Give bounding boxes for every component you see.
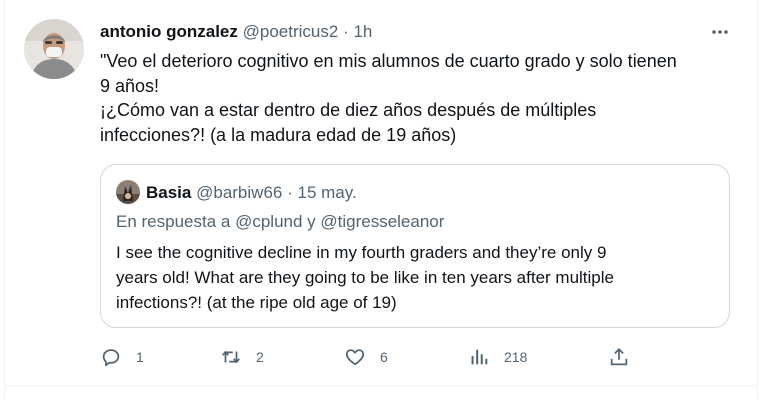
quote-text-line: years old! What are they going to be lik… <box>116 268 614 287</box>
quote-reply-context: En respuesta a @cplund y @tigresseleanor <box>116 212 445 231</box>
reply-button[interactable]: 1 <box>100 344 144 370</box>
like-count: 6 <box>380 349 388 365</box>
quote-header: Basia @barbiw66 · 15 may. <box>146 183 357 203</box>
views-button[interactable]: 218 <box>468 344 527 370</box>
tweet-actions: 1 2 6 218 <box>100 344 740 370</box>
quote-author-name[interactable]: Basia <box>146 183 191 202</box>
views-count: 218 <box>504 349 528 365</box>
quote-author-handle[interactable]: @barbiw66 <box>196 183 282 202</box>
timeline-left-border <box>4 0 5 400</box>
timeline-right-border <box>757 0 758 400</box>
quote-text-line: infections?! (at the ripe old age of 19) <box>116 293 397 312</box>
header-separator: · <box>343 22 349 41</box>
author-avatar-image <box>24 19 84 79</box>
retweet-count: 2 <box>256 349 264 365</box>
tweet-text-line: "Veo el deterioro cognitivo en mis alumn… <box>100 51 677 71</box>
tweet-text-line: 9 años! <box>100 75 160 96</box>
quoted-tweet[interactable]: Basia @barbiw66 · 15 may. En respuesta a… <box>100 164 730 328</box>
tweet-text-line: infecciones?! (a la madura edad de 19 añ… <box>100 124 457 145</box>
retweet-button[interactable]: 2 <box>220 344 264 370</box>
like-icon <box>345 349 365 366</box>
tweet-divider <box>4 385 758 386</box>
author-handle[interactable]: @poetricus2 <box>243 22 339 41</box>
quote-date[interactable]: 15 may. <box>298 183 357 202</box>
author-name[interactable]: antonio gonzalez <box>100 22 238 41</box>
views-icon <box>471 349 488 365</box>
quote-text-line: I see the cognitive decline in my fourth… <box>116 243 607 262</box>
share-button[interactable] <box>608 344 630 370</box>
more-icon[interactable] <box>710 22 730 42</box>
tweet-text: "Veo el deterioro cognitivo en mis alumn… <box>100 49 740 147</box>
tweet-time[interactable]: 1h <box>353 22 372 41</box>
tweet-text-line: ¡¿Cómo van a estar dentro de diez años d… <box>100 100 597 120</box>
reply-icon <box>102 349 120 367</box>
quote-header-separator: · <box>287 183 293 202</box>
like-button[interactable]: 6 <box>344 344 388 370</box>
quote-avatar-image <box>116 180 140 204</box>
reply-count: 1 <box>136 349 144 365</box>
quote-text: I see the cognitive decline in my fourth… <box>116 240 716 315</box>
author-avatar[interactable] <box>24 19 84 79</box>
quote-author-avatar[interactable] <box>116 180 140 204</box>
share-icon <box>610 348 628 366</box>
retweet-icon <box>222 351 240 363</box>
tweet-header: antonio gonzalez @poetricus2 · 1h <box>100 22 372 42</box>
